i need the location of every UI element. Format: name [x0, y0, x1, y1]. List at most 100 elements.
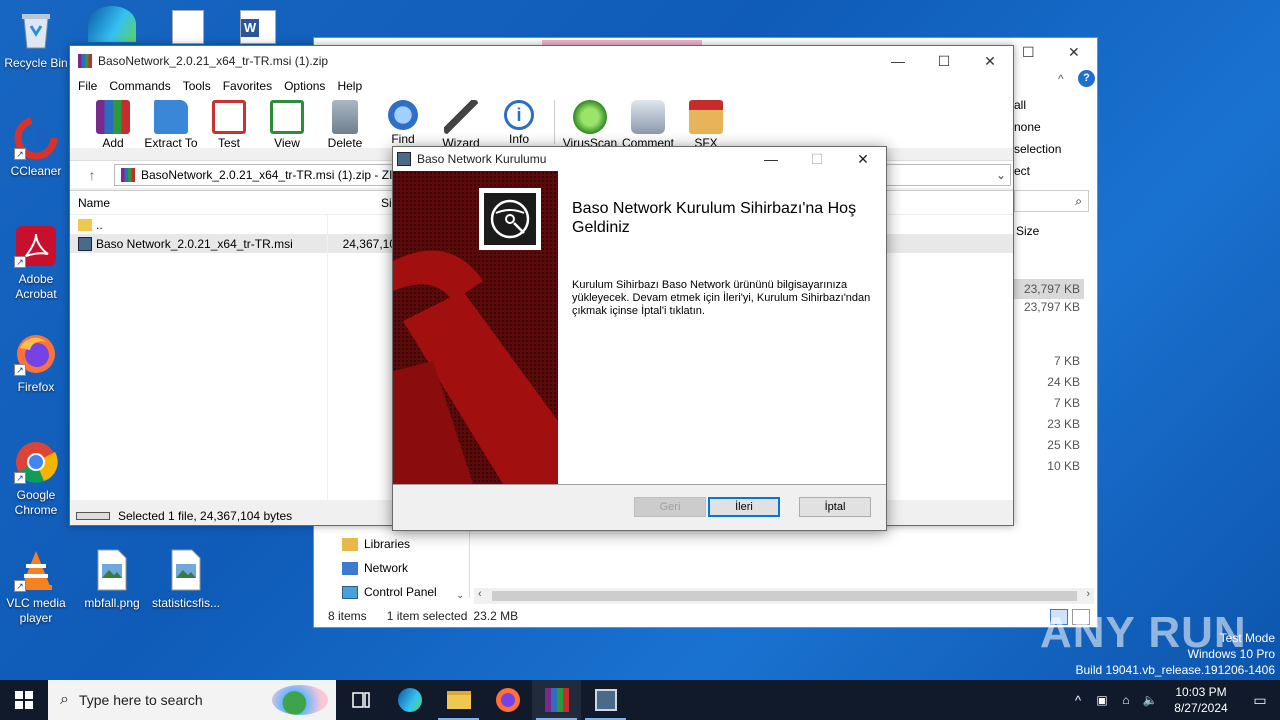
maximize-button[interactable]: ☐: [921, 46, 967, 76]
installer-titlebar[interactable]: Baso Network Kurulumu — ☐ ✕: [393, 147, 886, 171]
sidebar-item-network[interactable]: Network: [342, 556, 437, 580]
menu-favorites[interactable]: Favorites: [219, 76, 280, 96]
taskbar-edge[interactable]: [385, 680, 434, 720]
sidebar-item-label: Libraries: [364, 537, 411, 551]
item-count: 8 items: [328, 609, 367, 623]
toolbar-delete-button[interactable]: Delete: [316, 96, 374, 150]
scrollbar-thumb[interactable]: [492, 591, 1077, 601]
tray-overflow-chevron-icon[interactable]: ^: [1066, 693, 1090, 708]
word-document-icon[interactable]: W: [240, 10, 276, 44]
toolbar-info-button[interactable]: i Info: [490, 96, 548, 148]
cancel-button[interactable]: İptal: [799, 497, 871, 517]
chevron-down-icon[interactable]: ⌄: [996, 168, 1010, 182]
minimize-button[interactable]: —: [875, 46, 921, 76]
taskbar-clock[interactable]: 10:03 PM 8/27/2024: [1162, 684, 1240, 716]
scroll-right-icon[interactable]: ›: [1086, 588, 1090, 600]
file-size-cell: 24 KB: [1047, 375, 1080, 389]
desktop-icon-firefox[interactable]: ↗ Firefox: [0, 332, 72, 395]
winrar-titlebar[interactable]: BasoNetwork_2.0.21_x64_tr-TR.msi (1).zip…: [70, 46, 1013, 76]
ribbon-collapse-icon[interactable]: ^: [1058, 72, 1064, 86]
file-explorer-icon: [446, 691, 471, 709]
selected-count: 1 item selected: [386, 609, 468, 623]
toolbar-separator: [554, 100, 555, 144]
toolbar-view-button[interactable]: View: [258, 96, 316, 150]
column-divider: [327, 215, 328, 501]
status-text: Selected 1 file, 24,367,104 bytes: [118, 509, 293, 523]
sidebar-item-control-panel[interactable]: Control Panel: [342, 580, 437, 604]
file-name: Baso Network_2.0.21_x64_tr-TR.msi: [96, 236, 293, 251]
installer-dialog[interactable]: Baso Network Kurulumu — ☐ ✕ Baso Network…: [392, 146, 887, 531]
desktop-icon-label: Firefox: [17, 380, 55, 394]
explorer-close-button[interactable]: ✕: [1068, 44, 1080, 61]
desktop-icon-vlc[interactable]: ↗ VLC media player: [0, 548, 72, 626]
select-all-label[interactable]: all: [1014, 98, 1099, 120]
horizontal-scrollbar[interactable]: ‹ ›: [474, 588, 1094, 604]
help-icon[interactable]: ?: [1078, 70, 1095, 87]
column-size-header[interactable]: Size: [1016, 224, 1039, 238]
select-label[interactable]: ect: [1014, 164, 1099, 186]
menu-options[interactable]: Options: [280, 76, 333, 96]
edge-desktop-icon[interactable]: [88, 6, 136, 42]
image-file-icon: [90, 548, 134, 592]
invert-selection-label[interactable]: selection: [1014, 142, 1099, 164]
shortcut-arrow-icon: ↗: [14, 580, 26, 592]
taskbar: ⌕ Type here to search ^ ▣ ⌂ 🔈 10:03 PM 8…: [0, 680, 1280, 720]
toolbar-comment-button[interactable]: Comment: [619, 96, 677, 150]
column-name-header[interactable]: Name: [70, 196, 326, 210]
menu-tools[interactable]: Tools: [179, 76, 219, 96]
toolbar-sfx-button[interactable]: SFX: [677, 96, 735, 150]
toolbar-wizard-button[interactable]: Wizard: [432, 96, 490, 150]
task-view-button[interactable]: [336, 680, 385, 720]
adobe-acrobat-icon: ↗: [14, 224, 58, 268]
close-button[interactable]: ✕: [967, 46, 1013, 76]
taskbar-firefox[interactable]: [483, 680, 532, 720]
desktop-icon-chrome[interactable]: ↗ Google Chrome: [0, 440, 72, 518]
installer-app-icon: [397, 152, 411, 166]
desktop-icon-recycle-bin[interactable]: Recycle Bin: [0, 8, 72, 71]
taskbar-search-box[interactable]: ⌕ Type here to search: [48, 680, 336, 720]
sidebar-item-libraries[interactable]: Libraries: [342, 532, 437, 556]
desktop: Recycle Bin ↗ CCleaner ↗ Adobe Acrobat ↗…: [0, 0, 1280, 680]
taskbar-winrar[interactable]: [532, 680, 581, 720]
winrar-window-title: BasoNetwork_2.0.21_x64_tr-TR.msi (1).zip: [98, 54, 329, 68]
sidebar-item-label: Network: [364, 561, 409, 575]
notification-center-icon[interactable]: ▭: [1240, 692, 1280, 709]
next-button[interactable]: İleri: [708, 497, 780, 517]
toolbar-add-button[interactable]: Add: [84, 96, 142, 150]
toolbar-find-button[interactable]: Find: [374, 96, 432, 148]
desktop-icon-label: Recycle Bin: [4, 56, 68, 70]
shortcut-arrow-icon: ↗: [14, 256, 26, 268]
network-icon[interactable]: ⌂: [1114, 693, 1138, 707]
start-button[interactable]: [0, 680, 48, 720]
toolbar-extract-button[interactable]: Extract To: [142, 96, 200, 150]
search-highlight-icon: [272, 685, 328, 715]
volume-icon[interactable]: 🔈: [1138, 693, 1162, 707]
up-arrow-icon[interactable]: ↑: [70, 167, 114, 183]
close-button[interactable]: ✕: [840, 147, 886, 171]
build-label: Build 19041.vb_release.191206-1406: [1075, 663, 1276, 677]
scroll-left-icon[interactable]: ‹: [478, 588, 482, 600]
device-icon[interactable]: ▣: [1090, 693, 1114, 707]
file-size-cell: 23,797 KB: [1014, 279, 1084, 299]
select-none-label[interactable]: none: [1014, 120, 1099, 142]
menu-help[interactable]: Help: [333, 76, 370, 96]
menu-commands[interactable]: Commands: [105, 76, 178, 96]
taskbar-installer[interactable]: [581, 680, 630, 720]
toolbar-virusscan-button[interactable]: VirusScan: [561, 96, 619, 150]
taskbar-file-explorer[interactable]: [434, 680, 483, 720]
minimize-button[interactable]: —: [748, 147, 794, 171]
task-view-icon: [351, 692, 370, 708]
explorer-maximize-button[interactable]: ☐: [1022, 44, 1035, 61]
toolbar-test-button[interactable]: Test: [200, 96, 258, 150]
menu-file[interactable]: File: [74, 76, 105, 96]
chrome-icon: ↗: [14, 440, 58, 484]
image-file-icon[interactable]: [172, 10, 204, 44]
nav-scroll-down-icon[interactable]: ⌄: [456, 590, 464, 601]
column-size-header[interactable]: Size: [326, 196, 404, 210]
search-box[interactable]: ⌕: [1014, 190, 1089, 212]
desktop-icon-ccleaner[interactable]: ↗ CCleaner: [0, 116, 72, 179]
selected-size: 23.2 MB: [473, 609, 519, 623]
desktop-icon-adobe-acrobat[interactable]: ↗ Adobe Acrobat: [0, 224, 72, 302]
desktop-icon-mbfall[interactable]: mbfall.png: [76, 548, 148, 611]
desktop-icon-statisticsfis[interactable]: statisticsfis...: [150, 548, 222, 611]
